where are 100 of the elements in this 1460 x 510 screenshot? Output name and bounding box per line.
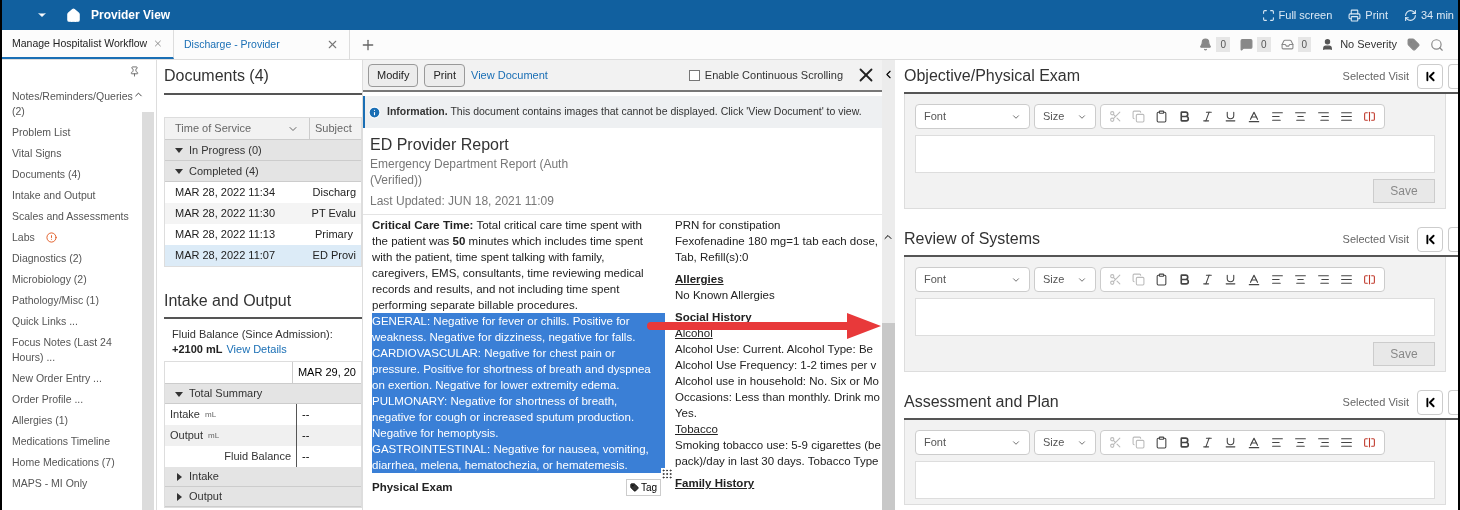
fullscreen-button[interactable]: Full screen (1261, 6, 1333, 24)
insert-icon[interactable] (1363, 273, 1376, 286)
report-paragraph: PULMONARY: Negative for shortness of breath, negative for cough or increased sputum production. Negative for hemoptysis. (372, 393, 665, 441)
paste-icon[interactable] (1155, 436, 1168, 449)
align-justify-icon[interactable] (1340, 273, 1353, 286)
sidebar-item[interactable]: Labs (12, 230, 134, 245)
report-line: Fexofenadine 180 mg=1 tab each dose, (675, 234, 879, 249)
sidebar-item[interactable]: Pathology/Misc (1) (12, 293, 134, 308)
section-title: Review of Systems (904, 229, 1041, 249)
first-page-button[interactable] (1417, 226, 1443, 252)
font-color-icon[interactable] (1247, 109, 1261, 124)
expanded-triangle-icon[interactable] (175, 389, 183, 398)
sidebar-item[interactable]: Documents (4) (12, 167, 134, 182)
font-color-icon[interactable] (1247, 272, 1261, 287)
bell-icon (1199, 38, 1213, 51)
checkbox[interactable] (688, 69, 700, 81)
sidebar-item[interactable]: MAPS - MI Only (12, 476, 134, 491)
view-details-link[interactable]: View Details (226, 342, 287, 357)
font-dropdown[interactable]: Font (915, 430, 1030, 455)
sidebar-item[interactable]: Vital Signs (12, 146, 134, 161)
tag-button[interactable]: Tag (625, 479, 661, 497)
align-left-icon[interactable] (1271, 436, 1284, 449)
tab[interactable]: Manage Hospitalist Workflow (2, 30, 174, 59)
align-right-icon[interactable] (1317, 110, 1330, 123)
italic-icon[interactable] (1201, 273, 1214, 286)
count-badge: 0 (1257, 37, 1271, 52)
severity-label: No Severity (1340, 37, 1397, 53)
selected-visit-label: Selected Visit (1342, 231, 1409, 247)
align-justify-icon[interactable] (1340, 110, 1353, 123)
align-justify-icon[interactable] (1340, 436, 1353, 449)
section-title: Objective/Physical Exam (904, 66, 1081, 86)
collapsed-triangle-icon[interactable] (175, 472, 183, 481)
group-label: Output (189, 489, 223, 505)
home-icon[interactable] (66, 7, 81, 23)
insert-icon[interactable] (1363, 110, 1376, 123)
align-center-icon[interactable] (1294, 436, 1307, 449)
sidebar-item[interactable]: Order Profile ... (12, 392, 134, 407)
sidebar-item[interactable]: Intake and Output (12, 188, 134, 203)
document-row[interactable]: MAR 28, 2022 11:30 PT Evalu (165, 203, 361, 224)
font-dropdown[interactable]: Font (915, 104, 1030, 129)
collapsed-triangle-icon[interactable] (175, 492, 183, 501)
toolbar-button[interactable]: Modify (368, 63, 419, 87)
bold-icon[interactable] (1178, 273, 1191, 286)
first-page-button[interactable] (1417, 389, 1443, 415)
sidebar-item[interactable]: Problem List (12, 125, 134, 140)
table-cell-text: MAR 28, 2022 11:13 (174, 227, 277, 243)
sidebar-item[interactable]: Diagnostics (2) (12, 251, 134, 266)
tab[interactable]: Discharge - Provider (174, 30, 350, 59)
align-left-icon[interactable] (1271, 110, 1284, 123)
sidebar-item[interactable]: Allergies (1) (12, 413, 134, 428)
size-dropdown[interactable]: Size (1034, 104, 1096, 129)
documents-title: Documents (4) (164, 66, 269, 86)
print-button[interactable]: Print (1348, 6, 1388, 24)
align-right-icon[interactable] (1317, 273, 1330, 286)
size-dropdown[interactable]: Size (1034, 267, 1096, 292)
scrollbar[interactable] (142, 112, 154, 510)
sidebar-item[interactable]: Medications Timeline (12, 434, 134, 449)
column-header[interactable]: Subject (310, 120, 357, 137)
expanded-triangle-icon[interactable] (175, 146, 183, 154)
refresh-button[interactable]: 34 min (1403, 6, 1454, 24)
paste-icon[interactable] (1155, 110, 1168, 123)
report-line: PRN for constipation (675, 218, 782, 233)
tag-icon[interactable] (1407, 38, 1420, 51)
view-document-link[interactable]: View Document (471, 66, 548, 84)
expanded-triangle-icon[interactable] (175, 167, 183, 175)
italic-icon[interactable] (1201, 110, 1214, 123)
paste-icon[interactable] (1155, 273, 1168, 286)
align-left-icon[interactable] (1271, 273, 1284, 286)
sidebar-item[interactable]: New Order Entry ... (12, 371, 134, 386)
underline-icon[interactable] (1224, 273, 1237, 286)
align-right-icon[interactable] (1317, 436, 1330, 449)
scrollbar-thumb[interactable] (882, 323, 895, 510)
sidebar-item[interactable]: Microbiology (2) (12, 272, 134, 287)
sidebar-item[interactable]: Home Medications (7) (12, 455, 134, 470)
report-paragraph: GENERAL: Negative for fever or chills. Positive for weakness. Negative for dizziness, negative for falls. (372, 313, 665, 345)
document-row[interactable]: MAR 28, 2022 11:07 ED Provi (165, 245, 361, 266)
align-center-icon[interactable] (1294, 273, 1307, 286)
align-center-icon[interactable] (1294, 110, 1307, 123)
underline-icon[interactable] (1224, 110, 1237, 123)
grip-icon[interactable] (661, 468, 673, 480)
printer-icon (1348, 8, 1362, 22)
font-color-icon[interactable] (1247, 435, 1261, 450)
search-icon[interactable] (1430, 37, 1444, 52)
toolbar-button[interactable]: Print (424, 63, 466, 87)
bold-icon[interactable] (1178, 110, 1191, 123)
report-line: Tab, Refill(s):0 (675, 250, 750, 265)
italic-icon[interactable] (1201, 436, 1214, 449)
sidebar-item[interactable]: Notes/Reminders/Queries (2) (12, 89, 133, 119)
first-page-button[interactable] (1417, 63, 1443, 89)
underline-icon[interactable] (1224, 436, 1237, 449)
insert-icon[interactable] (1363, 436, 1376, 449)
sidebar-item[interactable]: Scales and Assessments (12, 209, 134, 224)
column-header[interactable]: Time of Service (175, 120, 251, 137)
sidebar-item[interactable]: Quick Links ... (12, 314, 134, 329)
sidebar-item[interactable]: Focus Notes (Last 24 Hours) ... (12, 335, 134, 365)
group-label: Total Summary (189, 386, 263, 402)
pin-icon[interactable] (129, 66, 140, 77)
size-dropdown[interactable]: Size (1034, 430, 1096, 455)
bold-icon[interactable] (1178, 436, 1191, 449)
font-dropdown[interactable]: Font (915, 267, 1030, 292)
